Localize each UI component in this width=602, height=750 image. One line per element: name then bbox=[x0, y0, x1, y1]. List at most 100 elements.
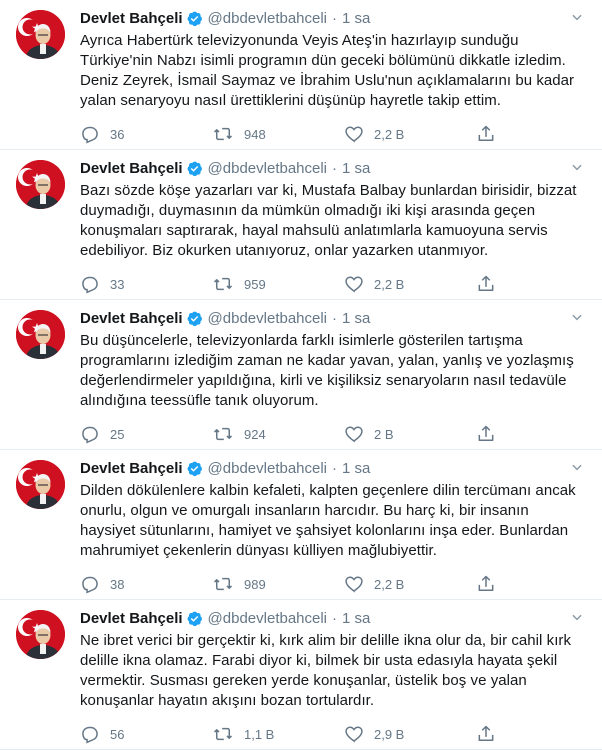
chevron-down-icon[interactable] bbox=[570, 460, 584, 474]
tweet-text: Dilden dökülenlere kalbin kefaleti, kalp… bbox=[80, 482, 576, 559]
avatar[interactable] bbox=[16, 310, 65, 359]
timeline: Devlet Bahçeli @dbdevletbahceli · 1 sa Ayrıc… bbox=[0, 0, 602, 750]
retweet-button[interactable]: 1,1 B bbox=[212, 724, 344, 744]
author-name[interactable]: Devlet Bahçeli bbox=[80, 10, 183, 27]
tweet-timestamp[interactable]: 1 sa bbox=[342, 160, 370, 177]
tweet-actions: 36 948 2,2 B bbox=[80, 119, 588, 149]
share-button[interactable] bbox=[476, 574, 506, 594]
tweet-timestamp[interactable]: 1 sa bbox=[342, 460, 370, 477]
reply-button[interactable]: 36 bbox=[80, 124, 212, 144]
like-button[interactable]: 2,2 B bbox=[344, 274, 476, 294]
share-icon bbox=[476, 724, 506, 744]
separator-dot: · bbox=[332, 9, 338, 27]
retweet-icon bbox=[212, 274, 244, 294]
retweet-button[interactable]: 959 bbox=[212, 274, 344, 294]
retweet-count: 959 bbox=[244, 276, 266, 292]
like-button[interactable]: 2,9 B bbox=[344, 724, 476, 744]
share-button[interactable] bbox=[476, 124, 506, 144]
reply-button[interactable]: 38 bbox=[80, 574, 212, 594]
share-button[interactable] bbox=[476, 274, 506, 294]
share-button[interactable] bbox=[476, 424, 506, 444]
author-name[interactable]: Devlet Bahçeli bbox=[80, 310, 183, 327]
verified-badge-icon bbox=[186, 10, 203, 27]
retweet-icon bbox=[212, 724, 244, 744]
author-name[interactable]: Devlet Bahçeli bbox=[80, 460, 183, 477]
tweet[interactable]: Devlet Bahçeli @dbdevletbahceli · 1 sa Dilde… bbox=[0, 450, 602, 600]
reply-icon bbox=[80, 274, 110, 294]
retweet-icon bbox=[212, 124, 244, 144]
tweet[interactable]: Devlet Bahçeli @dbdevletbahceli · 1 sa Bazı … bbox=[0, 150, 602, 300]
like-icon bbox=[344, 724, 374, 744]
tweet-actions: 56 1,1 B 2,9 B bbox=[80, 719, 588, 749]
tweet[interactable]: Devlet Bahçeli @dbdevletbahceli · 1 sa Bu dü… bbox=[0, 300, 602, 450]
like-count: 2 B bbox=[374, 426, 394, 442]
separator-dot: · bbox=[332, 309, 338, 327]
tweet-text: Ayrıca Habertürk televizyonunda Veyis At… bbox=[80, 32, 575, 109]
tweet[interactable]: Devlet Bahçeli @dbdevletbahceli · 1 sa Ayrıc… bbox=[0, 0, 602, 150]
chevron-down-icon[interactable] bbox=[570, 310, 584, 324]
like-count: 2,2 B bbox=[374, 276, 405, 292]
reply-button[interactable]: 25 bbox=[80, 424, 212, 444]
like-button[interactable]: 2,2 B bbox=[344, 124, 476, 144]
verified-badge-icon bbox=[186, 310, 203, 327]
author-handle[interactable]: @dbdevletbahceli bbox=[208, 310, 327, 327]
retweet-button[interactable]: 989 bbox=[212, 574, 344, 594]
tweet-header: Devlet Bahçeli @dbdevletbahceli · 1 sa bbox=[80, 158, 588, 178]
author-handle[interactable]: @dbdevletbahceli bbox=[208, 10, 327, 27]
reply-count: 36 bbox=[110, 126, 125, 142]
tweet-actions: 33 959 2,2 B bbox=[80, 269, 588, 299]
author-handle[interactable]: @dbdevletbahceli bbox=[208, 460, 327, 477]
tweet-timestamp[interactable]: 1 sa bbox=[342, 310, 370, 327]
share-icon bbox=[476, 424, 506, 444]
reply-count: 38 bbox=[110, 576, 125, 592]
retweet-icon bbox=[212, 424, 244, 444]
like-icon bbox=[344, 124, 374, 144]
reply-icon bbox=[80, 424, 110, 444]
chevron-down-icon[interactable] bbox=[570, 160, 584, 174]
tweet-actions: 38 989 2,2 B bbox=[80, 569, 588, 599]
tweet-text: Bazı sözde köşe yazarları var ki, Mustaf… bbox=[80, 182, 577, 259]
like-count: 2,2 B bbox=[374, 576, 405, 592]
retweet-button[interactable]: 924 bbox=[212, 424, 344, 444]
share-button[interactable] bbox=[476, 724, 506, 744]
retweet-count: 989 bbox=[244, 576, 266, 592]
tweet[interactable]: Devlet Bahçeli @dbdevletbahceli · 1 sa Ne ib… bbox=[0, 600, 602, 750]
tweet-header: Devlet Bahçeli @dbdevletbahceli · 1 sa bbox=[80, 608, 588, 628]
separator-dot: · bbox=[332, 609, 338, 627]
like-icon bbox=[344, 274, 374, 294]
like-icon bbox=[344, 574, 374, 594]
retweet-icon bbox=[212, 574, 244, 594]
avatar[interactable] bbox=[16, 10, 65, 59]
reply-count: 56 bbox=[110, 726, 125, 742]
avatar[interactable] bbox=[16, 160, 65, 209]
author-handle[interactable]: @dbdevletbahceli bbox=[208, 160, 327, 177]
reply-button[interactable]: 33 bbox=[80, 274, 212, 294]
like-count: 2,2 B bbox=[374, 126, 405, 142]
tweet-timestamp[interactable]: 1 sa bbox=[342, 10, 370, 27]
retweet-count: 1,1 B bbox=[244, 726, 275, 742]
reply-icon bbox=[80, 724, 110, 744]
tweet-header: Devlet Bahçeli @dbdevletbahceli · 1 sa bbox=[80, 8, 588, 28]
like-button[interactable]: 2,2 B bbox=[344, 574, 476, 594]
verified-badge-icon bbox=[186, 160, 203, 177]
retweet-count: 948 bbox=[244, 126, 266, 142]
chevron-down-icon[interactable] bbox=[570, 10, 584, 24]
reply-button[interactable]: 56 bbox=[80, 724, 212, 744]
verified-badge-icon bbox=[186, 610, 203, 627]
retweet-button[interactable]: 948 bbox=[212, 124, 344, 144]
share-icon bbox=[476, 124, 506, 144]
author-handle[interactable]: @dbdevletbahceli bbox=[208, 610, 327, 627]
reply-icon bbox=[80, 574, 110, 594]
separator-dot: · bbox=[332, 159, 338, 177]
tweet-actions: 25 924 2 B bbox=[80, 419, 588, 449]
chevron-down-icon[interactable] bbox=[570, 610, 584, 624]
separator-dot: · bbox=[332, 459, 338, 477]
like-button[interactable]: 2 B bbox=[344, 424, 476, 444]
avatar[interactable] bbox=[16, 610, 65, 659]
tweet-text: Ne ibret verici bir gerçektir ki, kırk a… bbox=[80, 632, 572, 709]
author-name[interactable]: Devlet Bahçeli bbox=[80, 160, 183, 177]
tweet-header: Devlet Bahçeli @dbdevletbahceli · 1 sa bbox=[80, 308, 588, 328]
avatar[interactable] bbox=[16, 460, 65, 509]
tweet-timestamp[interactable]: 1 sa bbox=[342, 610, 370, 627]
author-name[interactable]: Devlet Bahçeli bbox=[80, 610, 183, 627]
